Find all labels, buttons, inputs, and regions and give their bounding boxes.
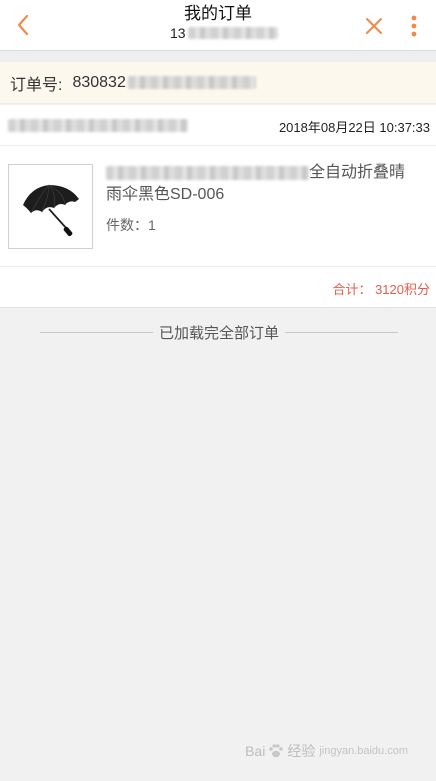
watermark-brand: Bai	[245, 743, 266, 759]
product-name-line1: 全自动折叠晴	[309, 164, 406, 181]
order-total-row: 合计： 3120积分	[0, 267, 436, 308]
order-meta-row: 2018年08月22日 10:37:33	[0, 105, 436, 146]
close-icon	[366, 18, 382, 34]
page-subtitle: 13	[170, 24, 278, 42]
blurred-store-name	[8, 119, 188, 132]
order-number-value: 830832	[72, 73, 126, 91]
product-item[interactable]: 全自动折叠晴 雨伞黑色SD-006 件数：1	[0, 146, 436, 267]
umbrella-icon	[23, 184, 79, 237]
blurred-product-name	[106, 166, 309, 180]
list-end-text: 已加载完全部订单	[159, 324, 280, 342]
order-date: 2018年08月22日 10:37:33	[278, 120, 430, 135]
close-button[interactable]	[360, 12, 388, 40]
product-name-line2: 雨伞黑色SD-006	[106, 186, 225, 203]
product-quantity: 件数：1	[106, 217, 156, 233]
more-vertical-icon	[411, 15, 417, 37]
paw-icon	[269, 744, 284, 758]
order-number-label: 订单号:	[10, 76, 63, 94]
order-total: 合计： 3120积分	[332, 282, 430, 297]
phone-number: 13	[170, 25, 186, 41]
list-end-indicator: 已加载完全部订单	[40, 322, 399, 342]
order-number: 830832	[72, 73, 256, 92]
watermark-brand-2: 经验	[287, 743, 316, 759]
watermark: Bai 经验 jingyan.baidu.com	[245, 741, 408, 761]
top-bar: 我的订单 13	[0, 0, 436, 51]
blurred-phone-digits	[187, 27, 278, 39]
blurred-order-digits	[127, 76, 256, 89]
watermark-url: jingyan.baidu.com	[319, 745, 408, 757]
divider-left	[40, 331, 153, 333]
section-gap	[0, 51, 436, 62]
more-button[interactable]	[404, 12, 424, 40]
divider-right	[285, 331, 399, 333]
product-name: 全自动折叠晴 雨伞黑色SD-006	[106, 162, 424, 206]
order-number-bar: 订单号: 830832	[0, 62, 436, 104]
product-thumbnail[interactable]	[8, 164, 93, 249]
